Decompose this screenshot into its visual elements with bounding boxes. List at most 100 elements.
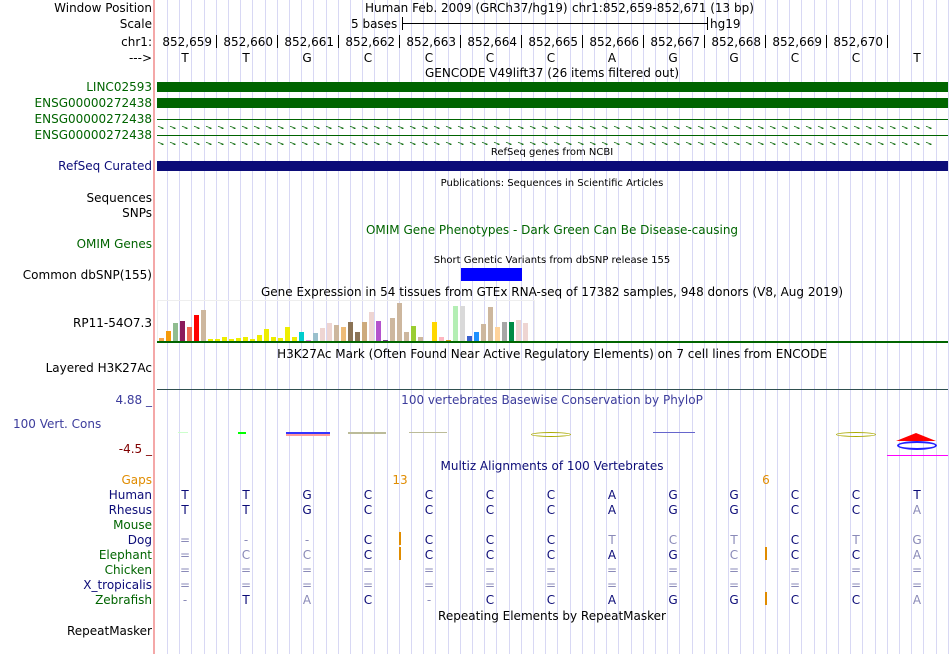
ruler-tick — [521, 35, 522, 48]
strand-label[interactable]: ---> — [129, 51, 152, 65]
aligned-base: C — [668, 533, 678, 547]
aligned-base: C — [546, 503, 556, 517]
gtex-tissue-bar[interactable] — [390, 318, 395, 343]
aligned-base: = — [667, 563, 679, 577]
gtex-tissue-bar[interactable] — [453, 306, 458, 343]
reference-base: T — [181, 51, 189, 65]
gtex-tissue-bar[interactable] — [369, 312, 374, 343]
sequences-label[interactable]: Sequences — [87, 191, 152, 205]
aligned-base: = — [545, 563, 557, 577]
aligned-base: - — [182, 593, 188, 607]
gtex-bar-chart[interactable] — [157, 300, 535, 343]
label-divider[interactable] — [153, 0, 155, 654]
aligned-base: C — [241, 548, 251, 562]
logo-mark — [653, 432, 695, 433]
gtex-tissue-bar[interactable] — [460, 306, 465, 343]
repeatmasker-label[interactable]: RepeatMasker — [67, 624, 152, 638]
phylop-label[interactable]: 100 Vert. Cons — [13, 417, 101, 431]
aligned-base: G — [668, 593, 678, 607]
aligned-base: C — [790, 533, 800, 547]
gtex-tissue-bar[interactable] — [516, 320, 521, 343]
ruler-position: 852,660 — [223, 35, 273, 49]
aligned-base: - — [426, 593, 432, 607]
gtex-tissue-bar[interactable] — [180, 321, 185, 343]
refseq-bar[interactable] — [157, 161, 948, 171]
aligned-base: = — [911, 578, 923, 592]
gtex-tissue-bar[interactable] — [523, 323, 528, 343]
species-label[interactable]: Rhesus — [109, 503, 152, 517]
dbsnp-label[interactable]: Common dbSNP(155) — [23, 268, 152, 282]
gtex-title: Gene Expression in 54 tissues from GTEx … — [260, 285, 844, 299]
gene-label-ensg-2[interactable]: ENSG00000272438 — [35, 112, 152, 126]
chrom-label[interactable]: chr1: — [121, 35, 152, 49]
gtex-tissue-bar[interactable] — [362, 322, 367, 343]
dbsnp-variant[interactable] — [461, 268, 522, 281]
gtex-tissue-bar[interactable] — [348, 322, 353, 343]
species-label[interactable]: Chicken — [105, 563, 152, 577]
gap-count: 13 — [392, 473, 408, 487]
aligned-base: G — [302, 503, 312, 517]
aligned-base: = — [179, 548, 191, 562]
gtex-tissue-bar[interactable] — [502, 322, 507, 343]
aligned-base: A — [912, 548, 922, 562]
scale-db: hg19 — [710, 17, 741, 31]
gtex-tissue-bar[interactable] — [194, 315, 199, 343]
gene-label-ensg[interactable]: ENSG00000272438 — [35, 96, 152, 110]
aligned-base: = — [240, 563, 252, 577]
aligned-base: C — [363, 533, 373, 547]
gene-intron-arrows[interactable]: > > > > > > > > > > > > > > > > > > > > > > > > > > > > > > > > > > > > > > > >… — [157, 119, 948, 129]
gene-intron-arrows[interactable]: > > > > > > > > > > > > > > > > > > > > > > > > > > > > > > > > > > > > > > > >… — [157, 135, 948, 145]
gtex-tissue-bar[interactable] — [488, 307, 493, 343]
ruler-position: 852,661 — [284, 35, 334, 49]
logo-mark — [896, 433, 936, 441]
ruler-tick — [338, 35, 339, 48]
gene-label-ensg-3[interactable]: ENSG00000272438 — [35, 128, 152, 142]
h3k27ac-label[interactable]: Layered H3K27Ac — [46, 361, 152, 375]
ruler-tick — [765, 35, 766, 48]
logo-mark — [348, 432, 386, 434]
reference-base: C — [424, 51, 434, 65]
window-position-label: Window Position — [54, 1, 152, 15]
gene-bar-linc02593[interactable] — [157, 82, 948, 92]
species-label[interactable]: Zebrafish — [95, 593, 152, 607]
genome-browser-image[interactable]: Window Position Human Feb. 2009 (GRCh37/… — [0, 0, 950, 654]
aligned-base: = — [301, 578, 313, 592]
snps-label[interactable]: SNPs — [122, 206, 152, 220]
species-label[interactable]: X_tropicalis — [83, 578, 152, 592]
aligned-base: = — [179, 578, 191, 592]
position-readout: chr1:852,659-852,671 (13 bp) — [572, 1, 754, 15]
aligned-base: T — [181, 488, 189, 502]
omim-label[interactable]: OMIM Genes — [77, 237, 152, 251]
gtex-tissue-bar[interactable] — [397, 303, 402, 343]
species-label[interactable]: Human — [109, 488, 152, 502]
insertion-mark — [765, 547, 767, 560]
aligned-base: C — [363, 548, 373, 562]
reference-base: C — [790, 51, 800, 65]
aligned-base: C — [546, 548, 556, 562]
gtex-tissue-bar[interactable] — [201, 310, 206, 343]
species-label[interactable]: Elephant — [99, 548, 152, 562]
scale-label: Scale — [119, 17, 152, 31]
gtex-tissue-bar[interactable] — [173, 323, 178, 343]
aligned-base: C — [363, 503, 373, 517]
ruler-position: 852,670 — [833, 35, 883, 49]
gene-label-linc02593[interactable]: LINC02593 — [86, 80, 152, 94]
aligned-base: T — [730, 533, 738, 547]
gene-bar-ensg[interactable] — [157, 98, 948, 108]
gtex-tissue-bar[interactable] — [432, 322, 437, 343]
refseq-label[interactable]: RefSeq Curated — [58, 159, 152, 173]
aligned-base: C — [363, 488, 373, 502]
aligned-base: = — [423, 563, 435, 577]
gtex-label[interactable]: RP11-54O7.3 — [73, 316, 152, 330]
species-label[interactable]: Mouse — [113, 518, 152, 532]
species-label[interactable]: Dog — [128, 533, 152, 547]
reference-base: T — [913, 51, 921, 65]
gaps-label[interactable]: Gaps — [121, 473, 152, 487]
gtex-tissue-bar[interactable] — [509, 322, 514, 343]
gtex-tissue-bar[interactable] — [327, 323, 332, 343]
aligned-base: = — [179, 563, 191, 577]
aligned-base: = — [484, 578, 496, 592]
gtex-tissue-bar[interactable] — [376, 321, 381, 343]
aligned-base: = — [606, 563, 618, 577]
aligned-base: A — [302, 593, 312, 607]
